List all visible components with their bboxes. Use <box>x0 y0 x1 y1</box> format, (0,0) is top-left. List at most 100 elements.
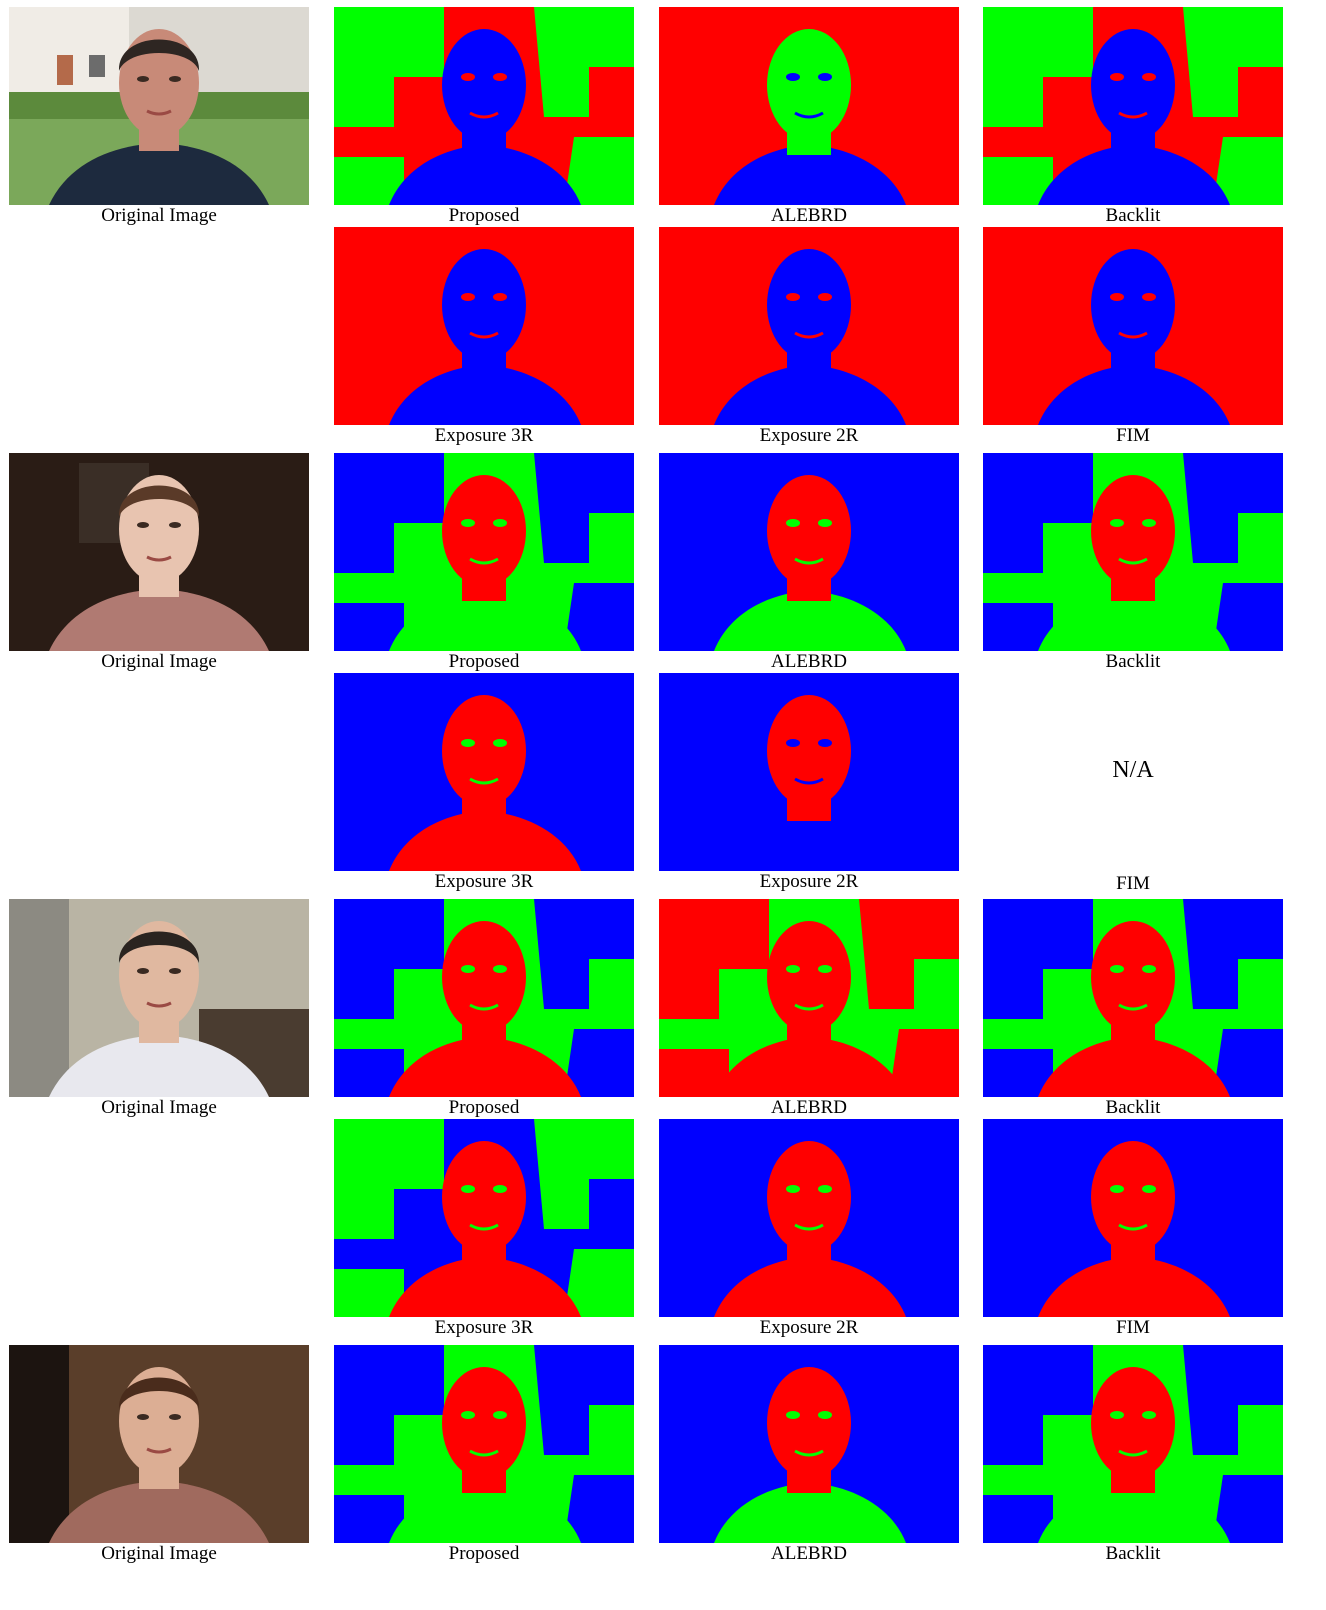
eye-region <box>1110 293 1124 301</box>
image-tile <box>659 1345 959 1543</box>
eye-region <box>786 1185 800 1193</box>
eye <box>169 1414 181 1420</box>
eye-region <box>1110 965 1124 973</box>
eye-region <box>493 519 507 527</box>
image-caption: Backlit <box>1105 651 1161 672</box>
image-tile <box>659 227 959 425</box>
image-graphic <box>334 673 634 871</box>
eye <box>137 76 149 82</box>
image-graphic <box>334 453 634 651</box>
image-graphic <box>334 227 634 425</box>
image-caption: Exposure 3R <box>434 1317 534 1338</box>
head-region <box>1091 249 1175 361</box>
eye-region <box>493 739 507 747</box>
image-caption: FIM <box>1116 425 1150 446</box>
eye-region <box>786 1411 800 1419</box>
head-region <box>767 1367 851 1479</box>
image-caption: Backlit <box>1105 1543 1161 1564</box>
eye-region <box>1142 1185 1156 1193</box>
image-graphic <box>983 1119 1283 1317</box>
image-tile <box>9 899 309 1097</box>
image-tile <box>334 7 634 205</box>
head-region <box>442 249 526 361</box>
image-graphic <box>659 453 959 651</box>
eye-region <box>818 1411 832 1419</box>
house-wall <box>9 7 129 102</box>
image-graphic <box>659 7 959 205</box>
eye-region <box>818 293 832 301</box>
image-tile <box>334 1119 634 1317</box>
image-caption: Original Image <box>101 1543 217 1564</box>
eye <box>137 522 149 528</box>
image-graphic <box>983 453 1283 651</box>
image-tile <box>659 899 959 1097</box>
eye <box>169 76 181 82</box>
head-region <box>442 29 526 141</box>
image-tile <box>9 453 309 651</box>
image-tile <box>659 1119 959 1317</box>
image-tile <box>983 227 1283 425</box>
eye-region <box>461 73 475 81</box>
eye-region <box>1110 73 1124 81</box>
eye <box>137 1414 149 1420</box>
image-caption: Exposure 2R <box>759 1317 859 1338</box>
image-graphic <box>9 453 309 651</box>
image-graphic <box>9 1345 309 1543</box>
image-caption: Exposure 3R <box>434 871 534 892</box>
image-caption: Backlit <box>1105 1097 1161 1118</box>
eye-region <box>461 1185 475 1193</box>
eye-region <box>818 519 832 527</box>
image-caption: Proposed <box>448 1097 520 1118</box>
image-graphic <box>334 7 634 205</box>
eye-region <box>818 1185 832 1193</box>
image-graphic <box>659 1119 959 1317</box>
eye-region <box>493 73 507 81</box>
image-tile <box>983 899 1283 1097</box>
eye-region <box>493 965 507 973</box>
image-graphic <box>659 673 959 871</box>
eye-region <box>818 739 832 747</box>
image-tile <box>659 673 959 871</box>
image-graphic <box>983 7 1283 205</box>
head-region <box>767 695 851 807</box>
image-tile <box>983 1119 1283 1317</box>
eye-region <box>786 519 800 527</box>
head-region <box>442 921 526 1033</box>
dark-doorway <box>9 1345 69 1543</box>
shelves <box>9 899 69 1097</box>
eye-region <box>818 73 832 81</box>
image-caption: ALEBRD <box>771 205 847 226</box>
head-region <box>767 921 851 1033</box>
eye-region <box>786 739 800 747</box>
head-region <box>1091 921 1175 1033</box>
image-caption: ALEBRD <box>771 651 847 672</box>
image-graphic <box>334 1119 634 1317</box>
head-region <box>767 1141 851 1253</box>
eye-region <box>493 293 507 301</box>
head-region <box>767 249 851 361</box>
image-graphic <box>983 227 1283 425</box>
image-caption: ALEBRD <box>771 1097 847 1118</box>
image-tile <box>983 453 1283 651</box>
image-caption: ALEBRD <box>771 1543 847 1564</box>
head-region <box>442 1141 526 1253</box>
head-region <box>442 475 526 587</box>
image-graphic <box>659 899 959 1097</box>
image-caption: Proposed <box>448 1543 520 1564</box>
eye-region <box>461 965 475 973</box>
eye-region <box>461 519 475 527</box>
image-graphic <box>659 227 959 425</box>
eye-region <box>1110 1185 1124 1193</box>
eye-region <box>818 965 832 973</box>
eye-region <box>1110 1411 1124 1419</box>
head-region <box>1091 475 1175 587</box>
image-caption: Exposure 2R <box>759 425 859 446</box>
image-tile <box>983 7 1283 205</box>
image-caption: Exposure 3R <box>434 425 534 446</box>
eye-region <box>461 293 475 301</box>
head-region <box>767 29 851 141</box>
eye-region <box>461 739 475 747</box>
image-caption: Exposure 2R <box>759 871 859 892</box>
image-tile <box>9 1345 309 1543</box>
image-caption: FIM <box>1116 873 1150 894</box>
